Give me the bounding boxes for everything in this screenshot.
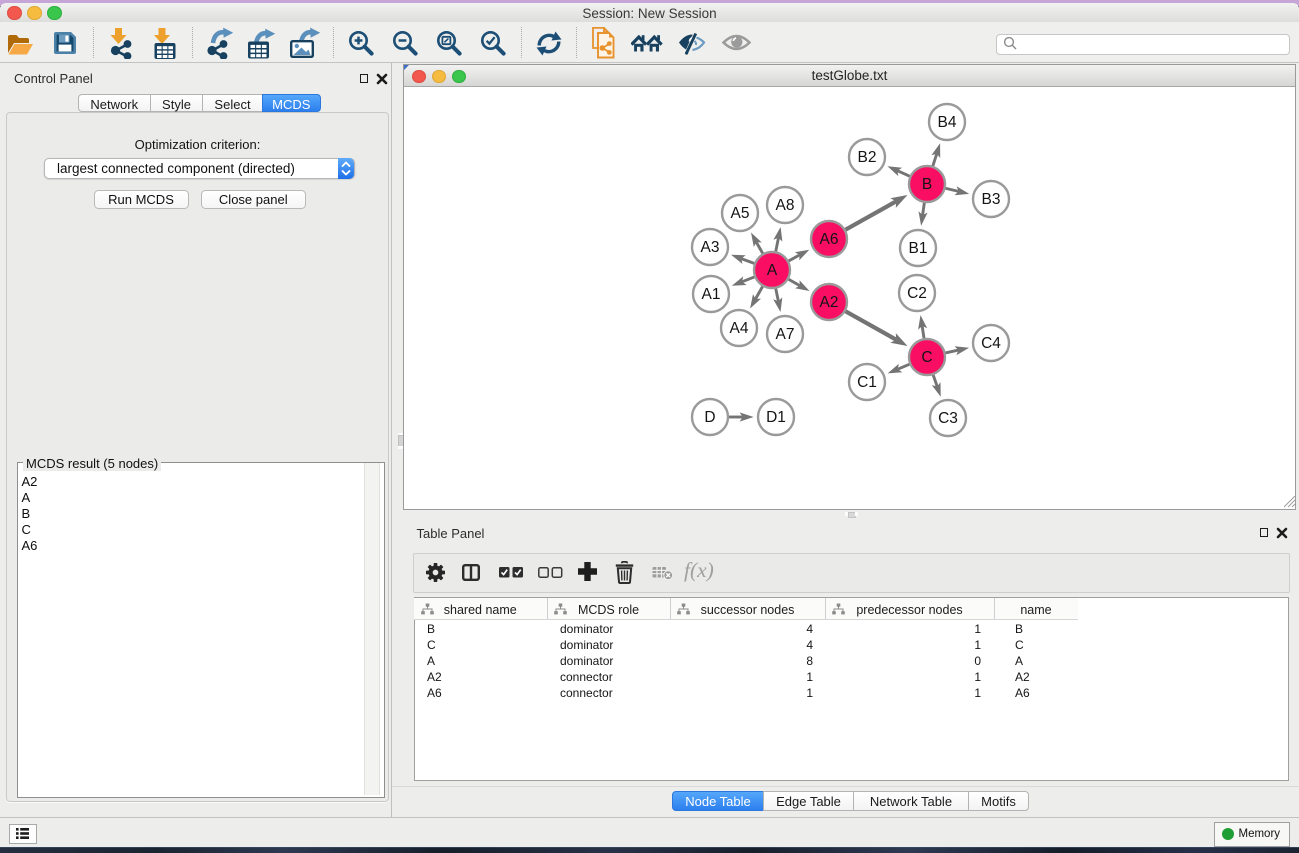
svg-text:B2: B2 [857, 149, 876, 166]
svg-text:A3: A3 [700, 239, 719, 256]
svg-text:B3: B3 [981, 191, 1000, 208]
svg-text:D1: D1 [766, 409, 786, 426]
svg-text:C4: C4 [981, 335, 1001, 352]
svg-text:A1: A1 [701, 286, 720, 303]
svg-text:C2: C2 [907, 285, 927, 302]
svg-text:A6: A6 [819, 231, 838, 248]
svg-text:D: D [704, 409, 715, 426]
svg-text:B: B [921, 176, 931, 193]
svg-text:A4: A4 [729, 320, 748, 337]
svg-text:C: C [921, 349, 932, 366]
svg-text:A2: A2 [819, 294, 838, 311]
svg-text:B1: B1 [908, 240, 927, 257]
svg-text:A: A [766, 262, 777, 279]
svg-text:A7: A7 [775, 326, 794, 343]
svg-text:C3: C3 [938, 410, 958, 427]
svg-text:C1: C1 [857, 374, 877, 391]
svg-text:B4: B4 [937, 114, 956, 131]
svg-text:A5: A5 [730, 205, 749, 222]
svg-text:A8: A8 [775, 197, 794, 214]
